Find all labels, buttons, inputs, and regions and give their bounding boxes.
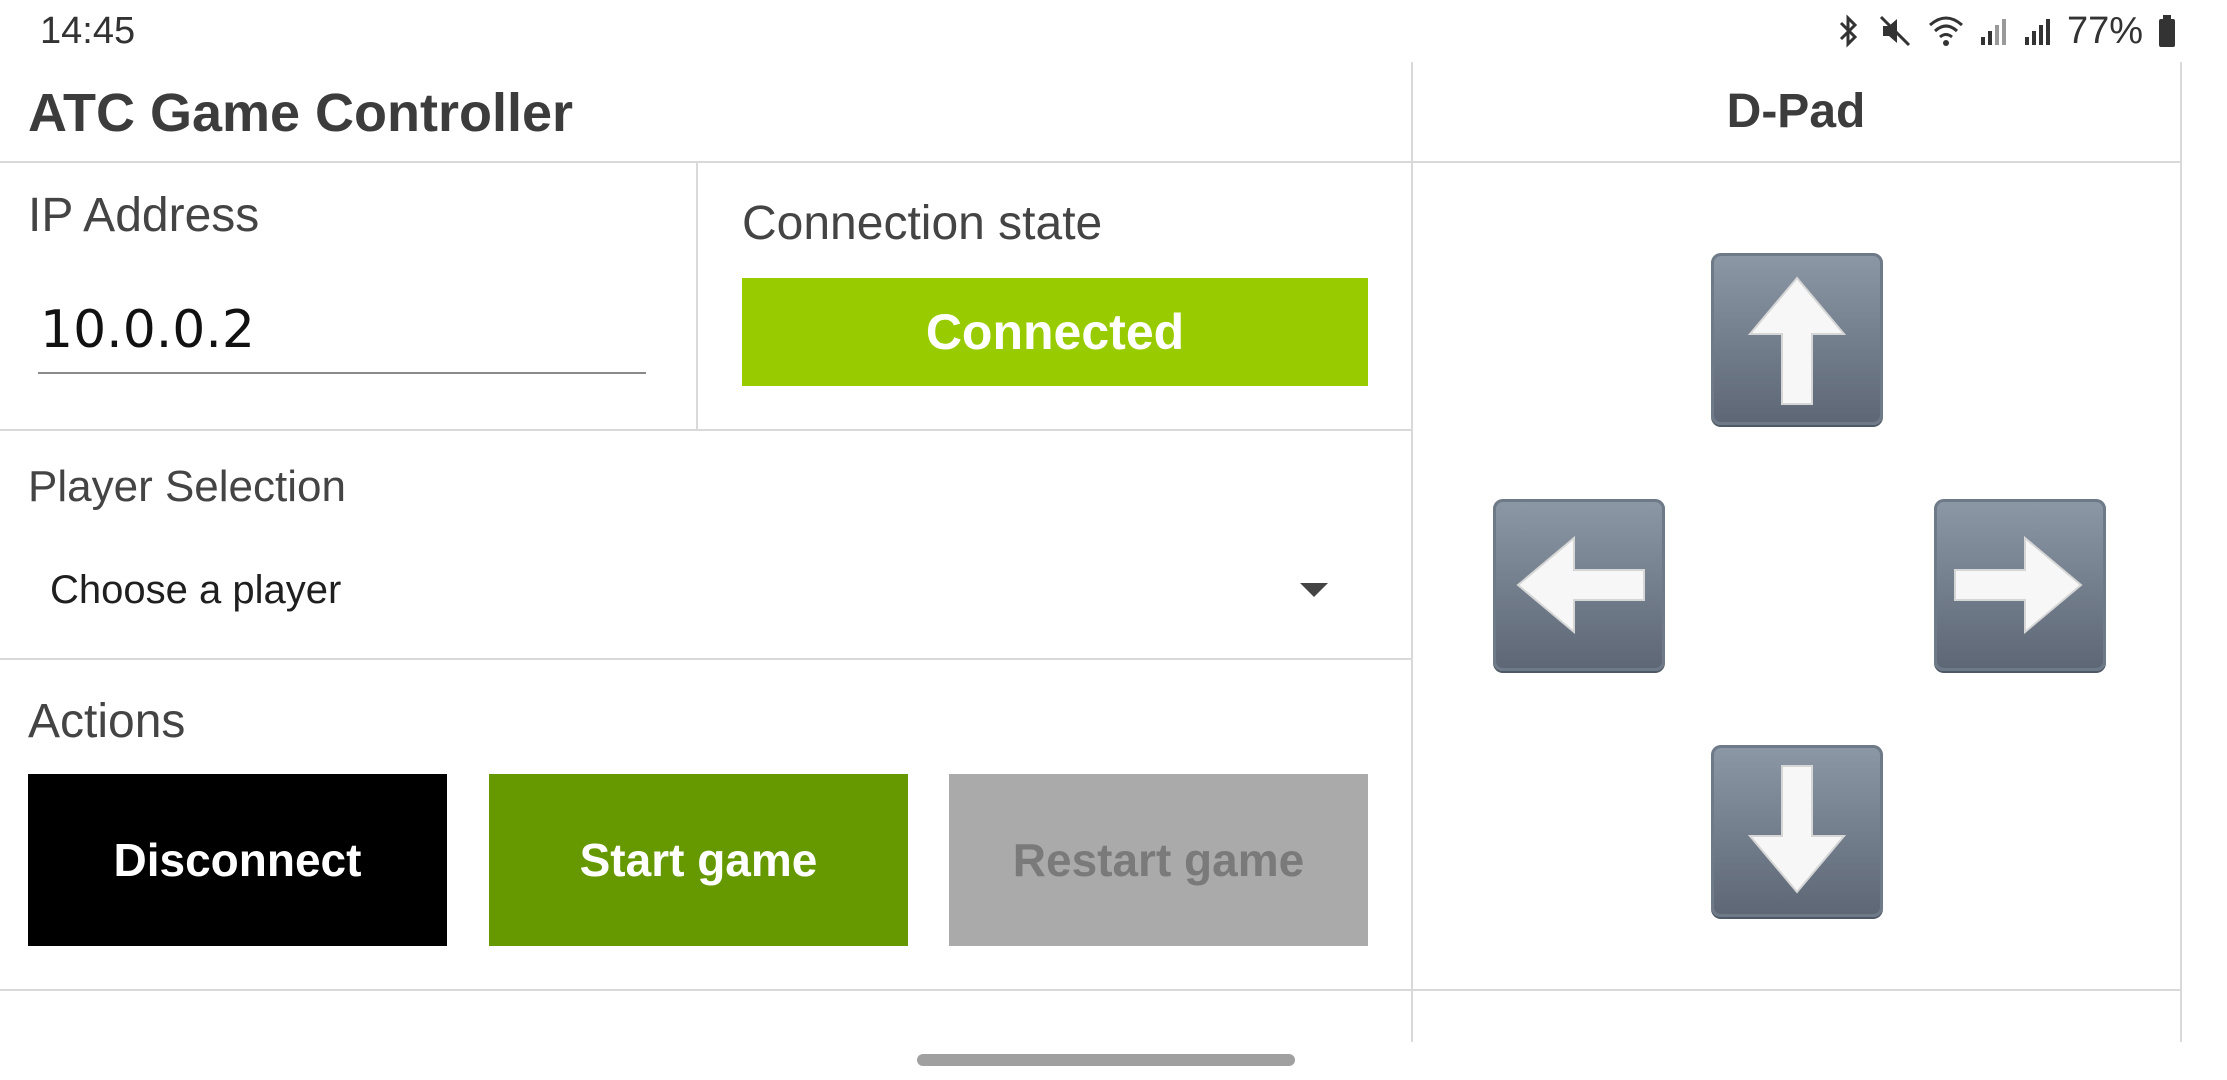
section-divider [0, 658, 1412, 660]
ip-connection-divider [696, 162, 698, 430]
ip-address-underline [38, 372, 646, 374]
arrow-up-icon [1747, 276, 1847, 405]
wifi-icon [1927, 13, 1965, 49]
arrow-right-icon [1954, 535, 2083, 635]
chevron-down-icon [1300, 583, 1328, 597]
battery-icon [2157, 13, 2177, 49]
disconnect-button[interactable]: Disconnect [28, 774, 447, 946]
status-time: 14:45 [40, 10, 136, 52]
connection-status-badge: Connected [742, 278, 1368, 386]
dpad-down-button[interactable] [1711, 745, 1883, 917]
signal-icon [1979, 13, 2009, 49]
column-divider-right [2180, 62, 2182, 1042]
arrow-down-icon [1747, 765, 1847, 894]
dpad-up-button[interactable] [1711, 253, 1883, 425]
app-title: ATC Game Controller [28, 83, 574, 143]
start-game-button[interactable]: Start game [489, 774, 908, 946]
player-select-value: Choose a player [50, 567, 342, 612]
dpad-left-button[interactable] [1493, 499, 1665, 671]
arrow-left-icon [1516, 535, 1645, 635]
dpad-right-button[interactable] [1934, 499, 2106, 671]
section-divider [0, 429, 1412, 431]
signal-icon [2023, 13, 2053, 49]
ip-address-input[interactable]: 10.0.0.2 [40, 300, 255, 360]
restart-game-button[interactable]: Restart game [949, 774, 1368, 946]
player-selection-label: Player Selection [28, 462, 346, 511]
status-icons: 77% [1833, 8, 2177, 54]
actions-label: Actions [28, 695, 186, 748]
dpad-title: D-Pad [1726, 85, 1866, 138]
column-divider [1411, 62, 1413, 1042]
section-divider [0, 989, 2180, 991]
ip-address-label: IP Address [28, 189, 260, 242]
player-select-dropdown[interactable]: Choose a player [28, 550, 1358, 630]
home-indicator[interactable] [917, 1054, 1295, 1066]
battery-percent: 77% [2066, 9, 2143, 52]
bluetooth-icon [1833, 13, 1863, 49]
connection-state-label: Connection state [742, 197, 1103, 250]
mute-icon [1877, 13, 1913, 49]
header-divider [0, 161, 2180, 163]
